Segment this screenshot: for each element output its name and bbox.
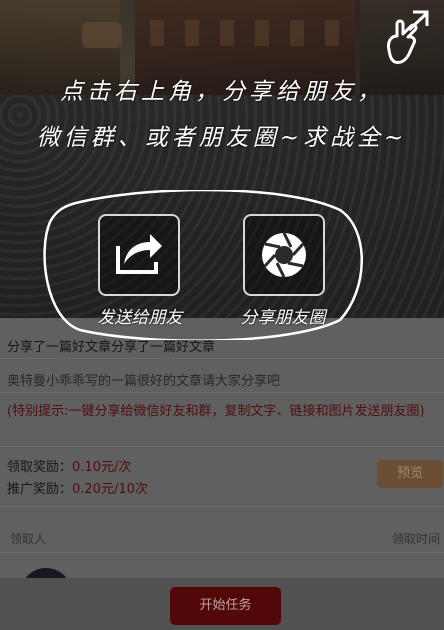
share-overlay[interactable]: 点击右上角，分享给朋友， 微信群、或者朋友圈~求战全~ 发送给朋友 分享朋友圈 — [0, 0, 444, 630]
moments-tile[interactable] — [243, 214, 325, 296]
send-friend-tile[interactable] — [98, 214, 180, 296]
share-arrow-icon — [116, 234, 162, 274]
camera-shutter-icon — [262, 232, 306, 278]
moments-label[interactable]: 分享朋友圈 — [218, 303, 348, 328]
share-tip-line2: 微信群、或者朋友圈~求战全~ — [36, 125, 408, 151]
share-tip-line1: 点击右上角，分享给朋友， — [60, 79, 384, 105]
pointing-hand-icon — [387, 10, 429, 64]
send-friend-label[interactable]: 发送给朋友 — [75, 303, 205, 328]
